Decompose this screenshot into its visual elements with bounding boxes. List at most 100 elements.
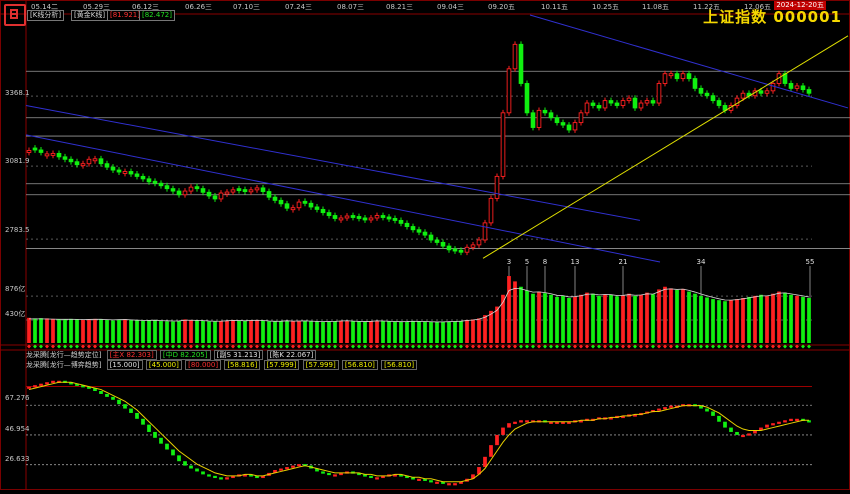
candle: [38, 149, 44, 153]
volume-bar: [291, 321, 295, 343]
candle: [218, 192, 224, 200]
candle: [176, 190, 182, 196]
price-y-tick: 3081.9: [5, 157, 30, 165]
volume-bar: [597, 295, 601, 343]
chart-svg[interactable]: 3 5 8 13 21 34 55: [0, 0, 850, 490]
candle: [716, 100, 722, 106]
indicator-block: [723, 421, 727, 428]
indicator-block: [513, 421, 517, 424]
volume-bar: [741, 298, 745, 343]
candle: [656, 83, 662, 104]
volume-bar: [69, 318, 73, 343]
volume-bar: [561, 295, 565, 343]
indicator-y-tick: 46.954: [5, 425, 30, 433]
indicator-block: [147, 424, 151, 432]
candle: [320, 208, 326, 214]
candle: [194, 186, 200, 190]
volume-bar: [243, 321, 247, 343]
volume-bar: [231, 319, 235, 343]
volume-bar: [567, 298, 571, 343]
indicator-name[interactable]: 龙采腾[龙行—博弈趋势]: [26, 361, 101, 369]
app-logo-icon[interactable]: [4, 4, 26, 26]
volume-bar: [651, 294, 655, 343]
candle: [386, 216, 392, 220]
candle: [338, 217, 344, 221]
candle: [392, 218, 398, 221]
indicator-signal-line: [28, 381, 809, 483]
indicator-block: [333, 474, 337, 477]
volume-bar: [687, 291, 691, 343]
candle: [458, 249, 464, 253]
candle: [302, 200, 308, 204]
volume-bar: [369, 321, 373, 343]
volume-bar: [681, 288, 685, 343]
golden-kline-button[interactable]: [黄金K线]: [71, 10, 109, 21]
volume-bar: [99, 319, 103, 343]
candle: [308, 202, 314, 208]
volume-bar: [525, 290, 529, 343]
indicator-block: [507, 423, 511, 428]
candle: [452, 248, 458, 252]
volume-bar: [489, 310, 493, 343]
volume-bar: [45, 318, 49, 343]
chart-stage[interactable]: 3 5 8 13 21 34 55 05.14二 05.29三 06.12三 06.26三 …: [0, 0, 850, 490]
volume-bar: [165, 321, 169, 343]
volume-bar: [285, 320, 289, 343]
date-label: 10.25五: [592, 3, 620, 11]
volume-bar: [207, 321, 211, 343]
candle: [404, 222, 410, 227]
volume-bar: [39, 318, 43, 343]
volume-bar: [789, 294, 793, 343]
candle: [542, 109, 548, 114]
indicator-block: [321, 471, 325, 474]
volume-bar: [531, 293, 535, 343]
indicator-block: [111, 396, 115, 400]
kline-analysis-button[interactable]: [K线分析]: [27, 10, 65, 21]
indicator-block: [741, 434, 745, 438]
volume-bar: [375, 320, 379, 343]
candle: [416, 229, 422, 233]
candle: [758, 90, 764, 94]
volume-bar: [225, 320, 229, 343]
volume-bar: [33, 318, 37, 343]
indicator-block: [765, 424, 769, 428]
date-label: 07.10三: [233, 3, 261, 11]
volume-bar: [195, 320, 199, 343]
indicator-header-row-1[interactable]: 龙采腾[龙行—趋势定位] [主X 82.303] [中D 82.205] [副S…: [26, 350, 317, 360]
indicator-block: [117, 399, 121, 405]
date-label: 10.11五: [541, 3, 569, 11]
indicator-block: [45, 382, 49, 385]
candle: [326, 212, 332, 216]
candle: [284, 203, 290, 209]
volume-bar: [573, 296, 577, 343]
volume-bar: [153, 319, 157, 343]
candle: [446, 245, 452, 251]
candle: [710, 95, 716, 102]
indicator-block: [519, 420, 523, 423]
candle: [254, 187, 260, 191]
indicator-block: [489, 445, 493, 457]
indicator-block: [669, 405, 673, 408]
indicator-name[interactable]: 龙采腾[龙行—趋势定位]: [26, 351, 101, 359]
volume-bar: [147, 320, 151, 343]
indicator-block: [663, 407, 667, 410]
candle: [506, 68, 512, 114]
indicator-block: [453, 483, 457, 486]
candle: [764, 90, 770, 94]
date-label: 11.08五: [642, 3, 670, 11]
volume-bar: [105, 319, 109, 343]
indicator-header-row-2[interactable]: 龙采腾[龙行—博弈趋势] [15.000] [45.000] [80.000] …: [26, 360, 418, 370]
volume-bar: [333, 321, 337, 343]
candle: [260, 187, 266, 193]
indicator-block: [153, 431, 157, 438]
volume-bar: [537, 291, 541, 343]
volume-bar: [393, 321, 397, 343]
volume-bar: [591, 293, 595, 343]
candle: [476, 239, 482, 246]
candle: [50, 152, 56, 156]
volume-bar: [93, 318, 97, 343]
indicator-block: [495, 434, 499, 446]
volume-bar: [495, 306, 499, 343]
volume-bar: [513, 281, 517, 343]
volume-bar: [381, 321, 385, 343]
